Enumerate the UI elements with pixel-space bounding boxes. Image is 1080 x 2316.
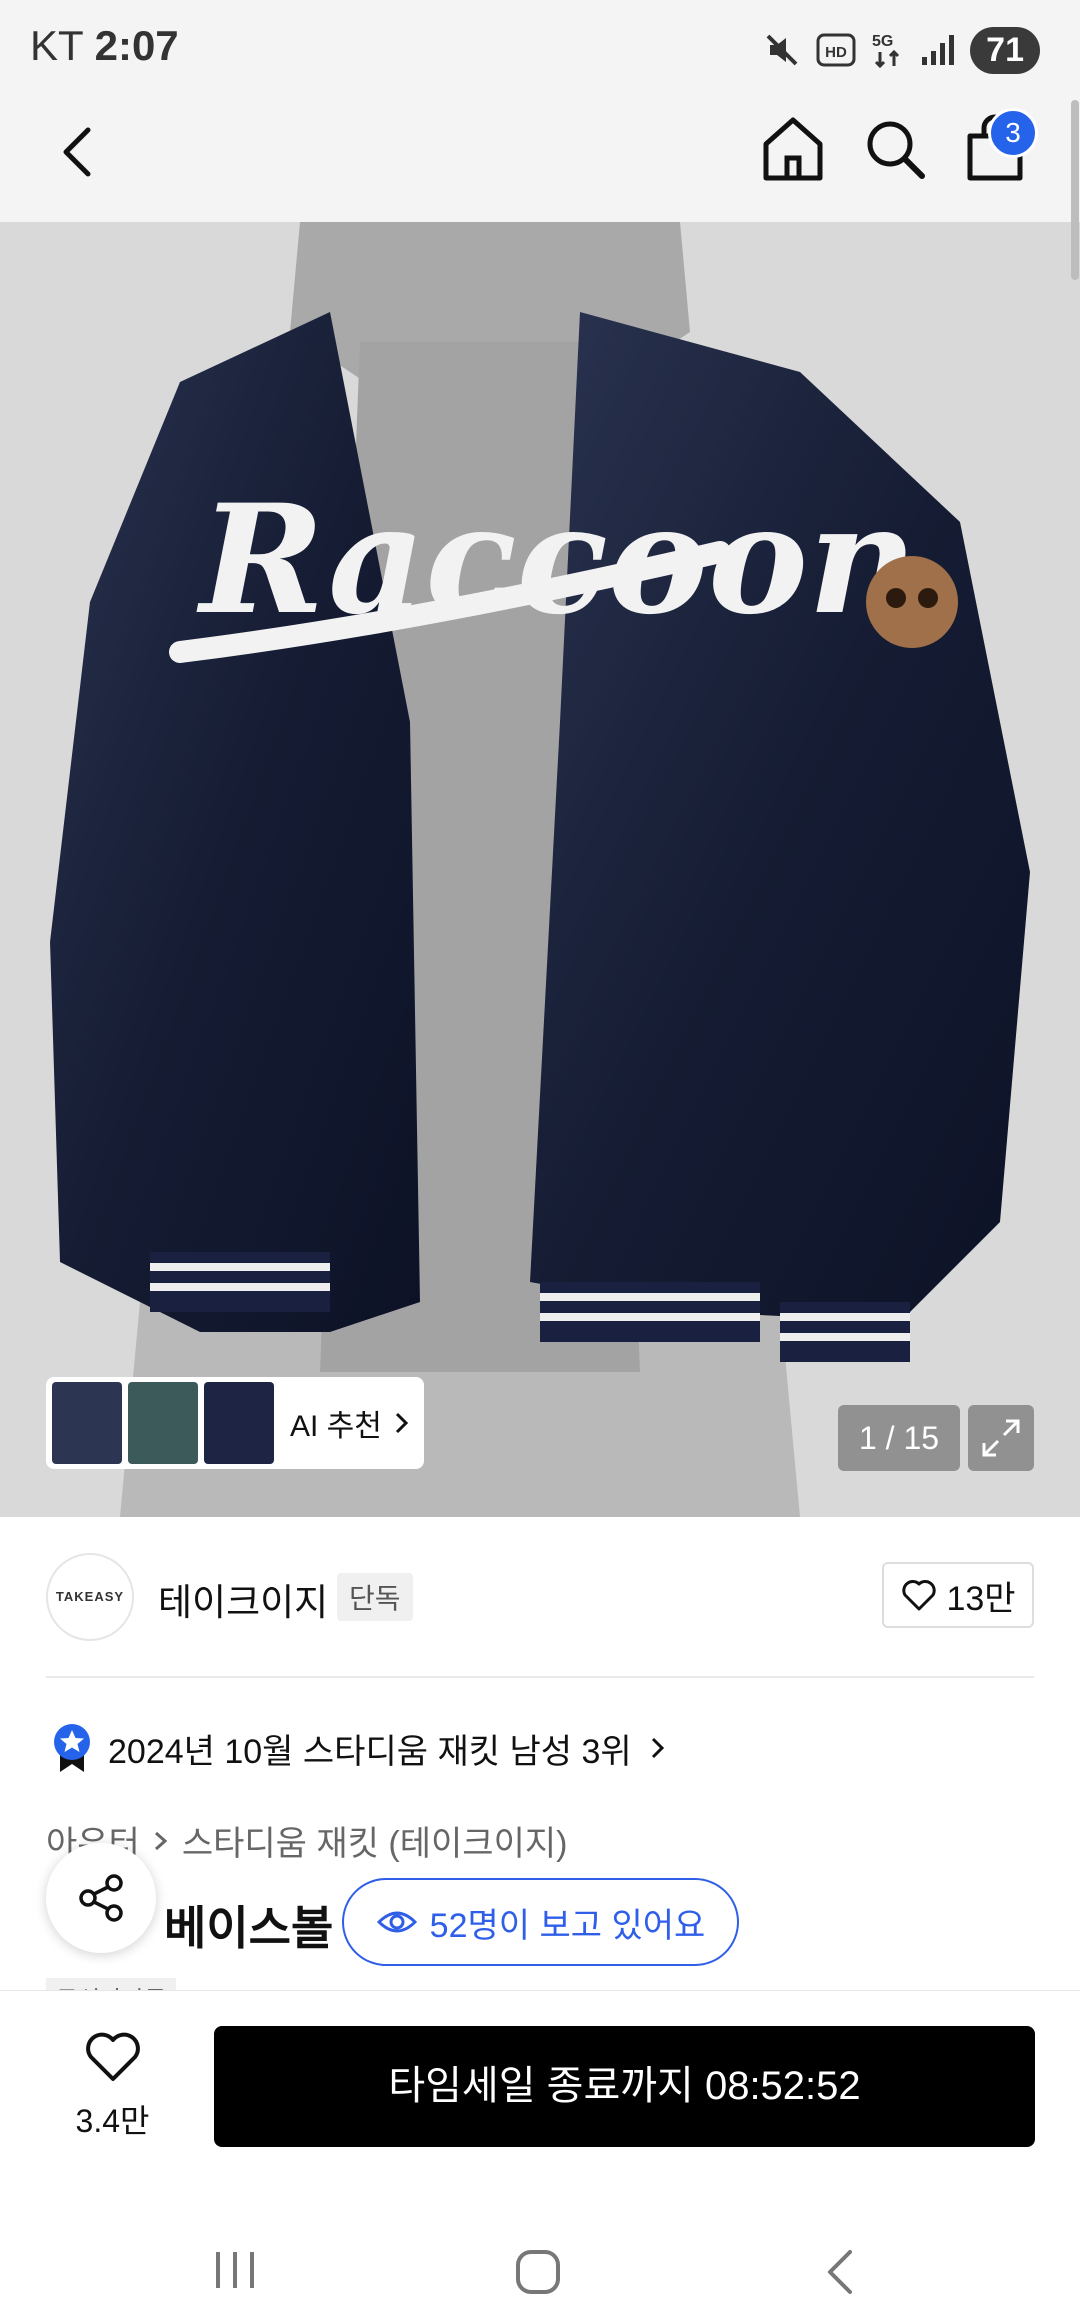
battery-indicator: 71 [970, 26, 1040, 74]
page-scrollbar[interactable] [1071, 100, 1079, 280]
heart-icon [902, 1580, 937, 1611]
ai-recommend-button[interactable]: AI 추천 [46, 1377, 424, 1469]
image-counter: 1 / 15 [838, 1405, 960, 1471]
recommend-thumbnail [52, 1382, 122, 1464]
fullscreen-button[interactable] [968, 1405, 1034, 1471]
app-bar [0, 100, 1080, 222]
search-icon[interactable] [862, 116, 928, 182]
exclusive-badge: 단독 [337, 1573, 413, 1621]
chevron-right-icon [395, 1412, 409, 1434]
product-image[interactable]: Raccoon [0, 222, 1080, 1517]
wishlist-count: 3.4만 [75, 2103, 150, 2139]
svg-text:HD: HD [825, 44, 847, 61]
cart-count-badge: 3 [988, 108, 1038, 158]
brand-like-count: 13만 [946, 1579, 1016, 1618]
recent-apps-icon[interactable] [212, 2248, 258, 2292]
home-icon[interactable] [760, 114, 826, 184]
viewers-pill: 52명이 보고 있어요 [342, 1878, 739, 1966]
mute-icon [766, 34, 798, 66]
recommend-thumbnail [128, 1382, 198, 1464]
system-nav-bar [0, 2180, 1080, 2316]
ai-recommend-label: AI 추천 [290, 1410, 382, 1443]
status-bar: KT 2:07 HD 5G 71 [0, 0, 1080, 100]
ranking-text: 2024년 10월 스타디움 재킷 남성 3위 [108, 1732, 632, 1771]
eye-icon [376, 1911, 417, 1933]
hd-icon: HD [816, 33, 856, 67]
brand-logo[interactable]: TAKEASY [46, 1553, 134, 1641]
home-nav-icon[interactable] [514, 2248, 562, 2296]
svg-text:Raccoon: Raccoon [196, 472, 917, 648]
brand-name[interactable]: 테이크이지 [158, 1572, 328, 1626]
back-icon[interactable] [54, 122, 104, 182]
expand-icon [982, 1419, 1020, 1457]
share-button[interactable] [46, 1843, 156, 1953]
brand-like-button[interactable]: 13만 [882, 1562, 1034, 1628]
signal-icon [922, 35, 955, 65]
clock: 2:07 [94, 22, 179, 69]
carrier-label: KT [30, 22, 83, 69]
divider [46, 1676, 1034, 1678]
svg-text:5G: 5G [872, 33, 893, 50]
chevron-right-icon [651, 1737, 664, 1759]
network-5g-icon: 5G [872, 33, 900, 69]
recommend-thumbnail [204, 1382, 274, 1464]
viewers-text: 52명이 보고 있어요 [429, 1906, 706, 1945]
ranking-medal-icon [54, 1724, 90, 1772]
chevron-right-icon [154, 1831, 168, 1850]
buy-button[interactable]: 타임세일 종료까지 08:52:52 [214, 2026, 1035, 2147]
breadcrumb-subcategory[interactable]: 스타디움 재킷 (테이크이지) [182, 1816, 568, 1865]
ranking-link[interactable]: 2024년 10월 스타디움 재킷 남성 3위 [50, 1722, 670, 1774]
share-icon [79, 1874, 123, 1922]
status-icons: HD 5G 71 [762, 24, 1040, 76]
wishlist-heart-icon[interactable] [84, 2031, 142, 2083]
back-nav-icon[interactable] [822, 2246, 858, 2298]
status-time: KT 2:07 [30, 22, 179, 70]
jacket-photo: Raccoon [0, 222, 1080, 1517]
